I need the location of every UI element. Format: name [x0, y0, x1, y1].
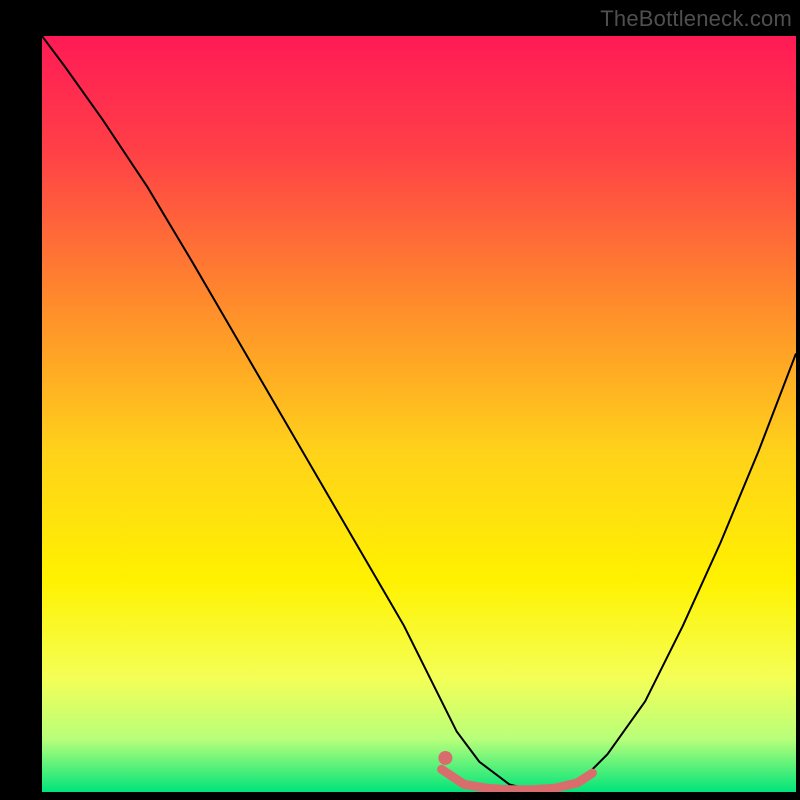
gradient-background — [42, 36, 796, 792]
plot-svg — [42, 36, 796, 792]
plot-wrap — [42, 36, 796, 792]
watermark-text: TheBottleneck.com — [600, 6, 792, 32]
optimal-marker — [438, 751, 452, 765]
chart-frame: TheBottleneck.com — [0, 0, 800, 800]
